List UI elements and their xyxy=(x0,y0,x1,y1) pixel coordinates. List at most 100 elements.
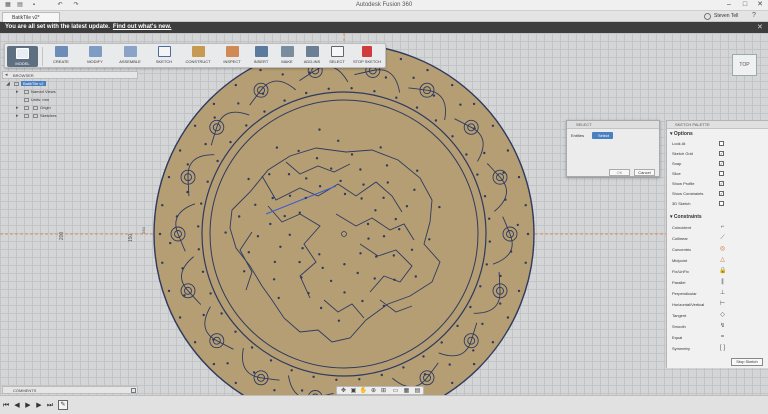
option-row[interactable]: 3D Sketch xyxy=(672,200,766,208)
constraint-row[interactable]: Perpendicular ⊥ xyxy=(672,290,766,298)
tree-item-sketches[interactable]: ▸ Sketches xyxy=(4,113,138,121)
symmetry-icon[interactable]: [ ] xyxy=(719,345,726,352)
parallel-icon[interactable]: ∥ xyxy=(719,279,726,286)
expand-icon[interactable]: ◢ xyxy=(6,81,12,87)
perpendicular-icon[interactable]: ⊥ xyxy=(719,290,726,297)
constraint-row[interactable]: Coincident ⌐ xyxy=(672,224,766,232)
display-settings-icon[interactable]: ▭ xyxy=(391,388,400,394)
toolbar-create-button[interactable]: CREATE xyxy=(46,46,76,67)
toolbar-construct-button[interactable]: CONSTRUCT xyxy=(181,46,215,67)
option-checkbox[interactable]: ✓ xyxy=(719,151,724,156)
expand-comments-icon[interactable] xyxy=(131,388,136,393)
comments-panel[interactable]: COMMENTS xyxy=(2,386,138,394)
option-checkbox[interactable]: ✓ xyxy=(719,161,724,166)
look-at-icon[interactable]: ▣ xyxy=(349,388,358,394)
option-row[interactable]: Slice xyxy=(672,170,766,178)
step-back-icon[interactable]: ◀ xyxy=(13,402,21,410)
save-icon[interactable]: ▪ xyxy=(30,2,38,8)
constraint-row[interactable]: Symmetry [ ] xyxy=(672,345,766,353)
toolbar-make-button[interactable]: MAKE xyxy=(276,46,298,67)
entities-select-button[interactable]: Select xyxy=(592,132,613,139)
lock-icon[interactable]: 🔒 xyxy=(719,268,726,275)
constraint-row[interactable]: Fix/UnFix 🔒 xyxy=(672,268,766,276)
grid-settings-icon[interactable]: ▦ xyxy=(402,388,411,394)
options-section-title[interactable]: ▾ Options xyxy=(670,131,693,137)
constraint-row[interactable]: Midpoint △ xyxy=(672,257,766,265)
toolbar-assemble-button[interactable]: ASSEMBLE xyxy=(114,46,146,67)
option-checkbox[interactable]: ✓ xyxy=(719,191,724,196)
constraints-section-title[interactable]: ▾ Constraints xyxy=(670,214,702,220)
go-to-end-icon[interactable]: ⏭ xyxy=(46,402,54,410)
expand-icon[interactable]: ▸ xyxy=(16,89,22,95)
toolbar-sketch-button[interactable]: SKETCH xyxy=(150,46,178,67)
help-icon[interactable]: ? xyxy=(752,12,762,20)
option-checkbox[interactable] xyxy=(719,201,724,206)
option-row[interactable]: Look At xyxy=(672,140,766,148)
minimize-icon[interactable]: – xyxy=(722,1,736,9)
visibility-icon[interactable] xyxy=(14,82,19,86)
visibility-icon[interactable] xyxy=(24,114,29,118)
option-checkbox[interactable]: ✓ xyxy=(719,181,724,186)
horizontal-vertical-icon[interactable]: ⊢ xyxy=(719,301,726,308)
close-icon[interactable]: ✕ xyxy=(753,1,767,9)
step-forward-icon[interactable]: ▶ xyxy=(35,402,43,410)
toolbar-inspect-button[interactable]: INSPECT xyxy=(218,46,246,67)
sketch-palette-header[interactable]: SKETCH PALETTE xyxy=(667,121,768,129)
smooth-icon[interactable]: ↯ xyxy=(719,323,726,330)
tree-item-named-views[interactable]: ▸ Named Views xyxy=(4,89,138,97)
tree-item-origin[interactable]: ▸ Origin xyxy=(4,105,138,113)
expand-icon[interactable]: ▸ xyxy=(16,105,22,111)
job-status-icon[interactable] xyxy=(704,13,711,20)
option-row[interactable]: Show Profile ✓ xyxy=(672,180,766,188)
dismiss-notification-icon[interactable]: ✕ xyxy=(757,23,763,31)
open-icon[interactable]: ▤ xyxy=(16,2,24,8)
document-tab[interactable]: BatikTile v2* xyxy=(2,12,60,22)
stop-sketch-button[interactable]: Stop Sketch xyxy=(731,358,763,366)
coincident-icon[interactable]: ⌐ xyxy=(719,224,726,231)
select-dialog-header[interactable]: SELECT xyxy=(567,121,659,129)
play-icon[interactable]: ▶ xyxy=(24,402,32,410)
maximize-icon[interactable]: □ xyxy=(738,1,752,9)
constraint-row[interactable]: Concentric ◎ xyxy=(672,246,766,254)
grid-icon[interactable]: ▦ xyxy=(4,2,12,8)
constraint-row[interactable]: Horizontal/Vertical ⊢ xyxy=(672,301,766,309)
option-row[interactable]: Snap ✓ xyxy=(672,160,766,168)
midpoint-icon[interactable]: △ xyxy=(719,257,726,264)
toolbar-insert-button[interactable]: INSERT xyxy=(248,46,274,67)
tree-item-root[interactable]: ◢ BatikTile v2 xyxy=(4,81,138,89)
toolbar-select-button[interactable]: SELECT xyxy=(326,46,348,67)
viewports-icon[interactable]: ▤ xyxy=(413,388,422,394)
pan-icon[interactable]: ✋ xyxy=(359,388,368,394)
collapse-icon[interactable]: ◂ xyxy=(5,72,8,78)
browser-panel-header[interactable]: ◂ BROWSER xyxy=(2,71,138,79)
view-cube[interactable]: TOP xyxy=(732,54,757,76)
tree-item-units[interactable]: Units: mm xyxy=(4,97,138,105)
concentric-icon[interactable]: ◎ xyxy=(719,246,726,253)
workspace-switcher[interactable]: MODEL xyxy=(7,46,38,67)
expand-icon[interactable]: ▸ xyxy=(16,113,22,119)
option-row[interactable]: Sketch Grid ✓ xyxy=(672,150,766,158)
toolbar-stop-sketch-button[interactable]: STOP SKETCH xyxy=(350,46,384,67)
redo-icon[interactable]: ↷ xyxy=(72,2,80,8)
ok-button[interactable]: OK xyxy=(609,169,630,176)
timeline-sketch-icon[interactable]: ✎ xyxy=(58,400,68,410)
constraint-row[interactable]: Parallel ∥ xyxy=(672,279,766,287)
whats-new-link[interactable]: Find out what's new. xyxy=(113,24,172,30)
constraint-row[interactable]: Equal = xyxy=(672,334,766,342)
collinear-icon[interactable]: ⟋ xyxy=(719,235,726,242)
constraint-row[interactable]: Collinear ⟋ xyxy=(672,235,766,243)
option-row[interactable]: Show Constraints ✓ xyxy=(672,190,766,198)
toolbar-modify-button[interactable]: MODIFY xyxy=(80,46,110,67)
toolbar-add-ins-button[interactable]: ADD-INS xyxy=(300,46,324,67)
cancel-button[interactable]: Cancel xyxy=(634,169,655,176)
user-name[interactable]: Steven Tell xyxy=(714,13,738,19)
tangent-icon[interactable]: ◇ xyxy=(719,312,726,319)
option-checkbox[interactable] xyxy=(719,171,724,176)
option-checkbox[interactable] xyxy=(719,141,724,146)
orbit-icon[interactable]: ✥ xyxy=(339,388,348,394)
visibility-icon[interactable] xyxy=(24,106,29,110)
go-to-start-icon[interactable]: ⏮ xyxy=(2,402,10,410)
undo-icon[interactable]: ↶ xyxy=(56,2,64,8)
constraint-row[interactable]: Tangent ◇ xyxy=(672,312,766,320)
zoom-icon[interactable]: ⊕ xyxy=(369,388,378,394)
